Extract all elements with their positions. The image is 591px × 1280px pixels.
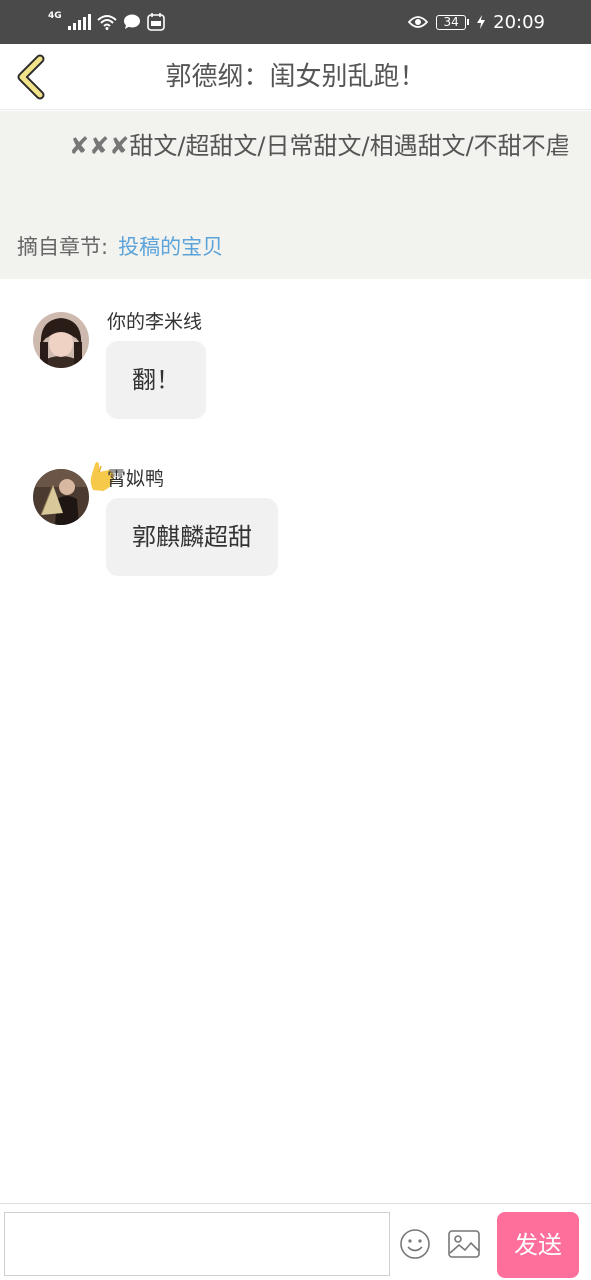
- excerpt-marks: ✘✘✘: [69, 132, 130, 160]
- message-author: 霄姒鸭: [107, 468, 165, 490]
- battery-icon: 34: [436, 14, 470, 30]
- status-right: 34 20:09: [408, 10, 545, 34]
- app-notification-icon: [146, 13, 165, 31]
- avatar[interactable]: [33, 312, 89, 368]
- image-icon: [448, 1230, 480, 1258]
- signal-icon: [67, 14, 91, 30]
- excerpt-panel: ✘✘✘甜文/超甜文/日常甜文/相遇甜文/不甜不虐 摘自章节: 投稿的宝贝: [0, 111, 591, 279]
- charging-icon: [477, 15, 486, 29]
- image-button[interactable]: [447, 1228, 481, 1260]
- excerpt-text: ✘✘✘甜文/超甜文/日常甜文/相遇甜文/不甜不虐: [17, 129, 573, 163]
- chapter-link[interactable]: 投稿的宝贝: [118, 235, 223, 259]
- eye-comfort-icon: [408, 16, 429, 28]
- input-bar: 发送: [0, 1203, 591, 1280]
- message-bubble: 郭麒麟超甜: [106, 498, 278, 576]
- smiley-icon: [400, 1229, 430, 1259]
- send-button[interactable]: 发送: [497, 1212, 579, 1278]
- message-author: 你的李米线: [107, 311, 203, 333]
- status-left: 4G: [48, 10, 165, 34]
- network-type: 4G: [48, 11, 62, 21]
- back-button[interactable]: [14, 54, 48, 100]
- status-bar: 4G 34 20:09: [0, 0, 591, 44]
- clock: 20:09: [493, 11, 545, 33]
- excerpt-tags: 甜文/超甜文/日常甜文/相遇甜文/不甜不虐: [129, 132, 570, 160]
- message-bubble: 翻！: [106, 341, 206, 419]
- avatar[interactable]: [33, 469, 89, 525]
- message-input[interactable]: [4, 1212, 390, 1276]
- wifi-icon: [96, 15, 117, 30]
- battery-level: 34: [436, 14, 467, 30]
- header: 郭德纲：闺女别乱跑！: [0, 44, 591, 110]
- chapter-source: 摘自章节: 投稿的宝贝: [17, 231, 223, 263]
- page-title: 郭德纲：闺女别乱跑！: [165, 62, 426, 92]
- back-arrow-icon: [17, 54, 45, 100]
- message-notification-icon: [123, 14, 140, 29]
- emoji-button[interactable]: [399, 1228, 431, 1260]
- chapter-label: 摘自章节:: [17, 235, 109, 259]
